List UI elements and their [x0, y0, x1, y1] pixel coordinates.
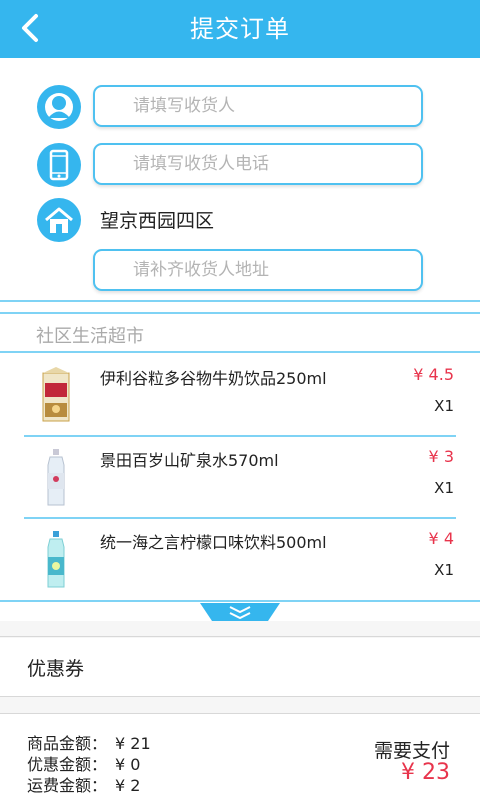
house-icon [37, 198, 81, 242]
store-divider [0, 351, 480, 353]
receiver-name-field[interactable] [93, 85, 423, 127]
water-bottle-thumbnail [47, 449, 65, 506]
list-item[interactable]: 景田百岁山矿泉水570ml ¥ 3 X1 [0, 437, 480, 519]
milk-carton-thumbnail [42, 367, 70, 422]
store-name: 社区生活超市 [36, 326, 144, 347]
expand-list-button[interactable] [200, 603, 280, 621]
item-price: ¥ 4.5 [413, 365, 454, 384]
back-button[interactable] [14, 10, 50, 46]
list-item[interactable]: 伊利谷粒多谷物牛奶饮品250ml ¥ 4.5 X1 [0, 355, 480, 437]
back-arrow-icon [22, 14, 38, 42]
page-title: 提交订单 [190, 15, 290, 43]
section-divider [0, 312, 480, 314]
section-gap [0, 697, 480, 714]
list-bottom-divider [0, 600, 480, 602]
title-bar: 提交订单 [0, 0, 480, 58]
item-name: 景田百岁山矿泉水570ml [100, 451, 279, 470]
user-icon [37, 85, 81, 129]
shipping-amount-value: ¥ 2 [115, 776, 141, 795]
amount-due-label: 需要支付 [373, 740, 450, 762]
drink-bottle-thumbnail [47, 531, 65, 588]
phone-icon [37, 143, 81, 187]
gap-divider [0, 636, 480, 637]
order-summary: 商品金额： ¥ 21 优惠金额： ¥ 0 运费金额： ¥ 2 需要支付 ¥ 23 [0, 714, 480, 800]
item-price: ¥ 4 [428, 529, 454, 548]
shipping-amount-label: 运费金额： [27, 776, 108, 795]
receiver-phone-field[interactable] [93, 143, 423, 185]
coupon-row[interactable]: 优惠券 [0, 638, 480, 696]
address-field[interactable] [93, 249, 423, 291]
list-item[interactable]: 统一海之言柠檬口味饮料500ml ¥ 4 X1 [0, 519, 480, 601]
amount-due-value: ¥ 23 [401, 760, 450, 785]
section-divider [0, 300, 480, 302]
address-input[interactable] [95, 251, 421, 289]
item-quantity: X1 [434, 397, 454, 415]
shipping-amount-line: 运费金额： ¥ 2 [27, 772, 140, 796]
expand-chevron-icon [200, 603, 280, 621]
item-name: 伊利谷粒多谷物牛奶饮品250ml [100, 369, 327, 388]
community-name: 望京西园四区 [100, 210, 215, 232]
item-quantity: X1 [434, 479, 454, 497]
item-quantity: X1 [434, 561, 454, 579]
item-price: ¥ 3 [428, 447, 454, 466]
item-name: 统一海之言柠檬口味饮料500ml [100, 533, 327, 552]
receiver-phone-input[interactable] [95, 145, 421, 183]
coupon-label: 优惠券 [27, 658, 85, 680]
receiver-name-input[interactable] [95, 87, 421, 125]
